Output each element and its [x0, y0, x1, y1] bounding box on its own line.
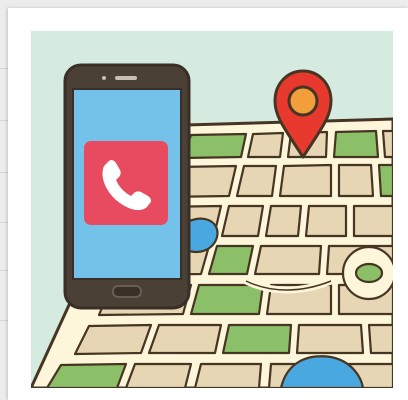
- map-block: [377, 163, 393, 198]
- map-block: [246, 131, 285, 159]
- map-block: [253, 244, 323, 276]
- map-block: [264, 204, 303, 238]
- map-block: [147, 323, 223, 355]
- map-block: [73, 323, 153, 356]
- map-block: [304, 204, 348, 238]
- map-block: [181, 132, 248, 160]
- call-badge: [84, 141, 168, 225]
- smartphone: [63, 63, 191, 310]
- map-block: [220, 204, 265, 238]
- map-block: [295, 323, 365, 355]
- map-block: [124, 362, 193, 388]
- map-block: [221, 323, 293, 355]
- map-block: [352, 204, 393, 238]
- map-block: [367, 323, 393, 355]
- phone-camera: [102, 76, 106, 80]
- image-card: [8, 8, 408, 400]
- map-block: [207, 244, 255, 276]
- phone-location-illustration: [31, 31, 393, 388]
- map-block: [193, 362, 263, 388]
- map-block: [235, 164, 278, 198]
- map-block: [381, 129, 393, 159]
- map-block: [332, 129, 380, 159]
- phone-home-button: [112, 285, 142, 298]
- map-block: [189, 283, 265, 316]
- roundabout-center: [354, 262, 384, 284]
- map-block: [45, 362, 128, 388]
- map-block: [278, 163, 333, 198]
- phone-speaker: [115, 76, 137, 80]
- map-block: [337, 163, 375, 198]
